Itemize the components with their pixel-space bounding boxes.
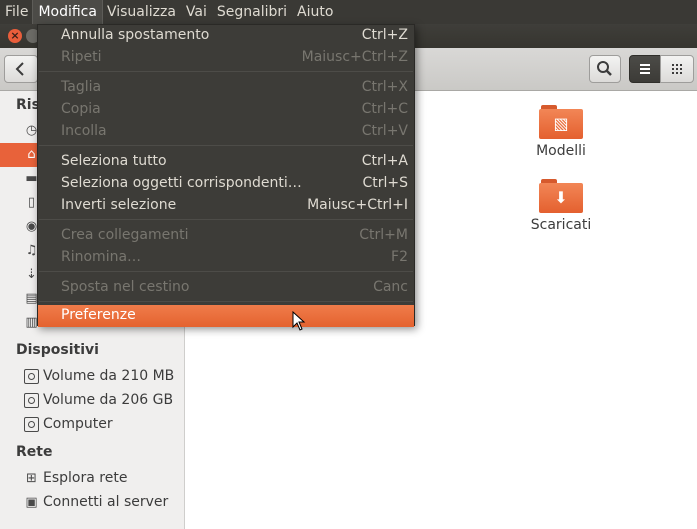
menu-item-seleziona-tutto[interactable]: Seleziona tutto Ctrl+A [38, 151, 414, 173]
menu-item-crea-collegamenti[interactable]: Crea collegamenti Ctrl+M [38, 225, 414, 247]
sidebar-section-rete: Rete [16, 444, 53, 460]
menu-item-preferenze[interactable]: Preferenze [38, 305, 414, 327]
drive-icon [24, 369, 39, 384]
grid-icon [672, 64, 682, 74]
edit-menu-dropdown: Annulla spostamento Ctrl+Z Ripeti Maiusc… [37, 24, 415, 327]
mouse-cursor-icon [292, 311, 306, 331]
menu-item-label: Preferenze [61, 307, 136, 323]
menu-item-label: Inverti selezione [61, 197, 177, 213]
menu-item-incolla[interactable]: Incolla Ctrl+V [38, 121, 414, 143]
menu-item-shortcut: Ctrl+M [359, 227, 408, 243]
sidebar-item-volume-206[interactable]: Volume da 206 GB [0, 389, 184, 413]
list-icon [640, 64, 650, 74]
menu-item-sposta-cestino[interactable]: Sposta nel cestino Canc [38, 277, 414, 299]
file-item-scaricati[interactable]: ⬇ Scaricati [511, 179, 611, 233]
sidebar-item-label: Connetti al server [43, 494, 169, 510]
sidebar-item-label: Volume da 210 MB [43, 368, 175, 384]
sidebar-item-esplora-rete[interactable]: ⊞ Esplora rete [0, 467, 184, 491]
sidebar-item-label: Computer [43, 416, 113, 432]
menu-separator [39, 301, 413, 302]
menu-item-label: Seleziona oggetti corrispondenti… [61, 175, 302, 191]
menubar: File Modifica Visualizza Vai Segnalibri … [0, 0, 697, 25]
close-icon[interactable]: × [8, 29, 22, 43]
menu-item-shortcut: Ctrl+C [361, 101, 408, 117]
menu-item-label: Sposta nel cestino [61, 279, 190, 295]
sidebar-item-label: Volume da 206 GB [43, 392, 174, 408]
menu-item-ripeti[interactable]: Ripeti Maiusc+Ctrl+Z [38, 47, 414, 69]
folder-templates-icon: ▧ [539, 105, 583, 139]
menu-visualizza[interactable]: Visualizza [102, 0, 181, 24]
menu-item-annulla[interactable]: Annulla spostamento Ctrl+Z [38, 25, 414, 47]
drive-icon [24, 393, 39, 408]
menu-modifica[interactable]: Modifica [32, 0, 103, 25]
menu-separator [39, 71, 413, 72]
menu-item-shortcut: Ctrl+S [362, 175, 408, 191]
back-button[interactable] [4, 55, 38, 83]
menu-item-seleziona-corrispondenti[interactable]: Seleziona oggetti corrispondenti… Ctrl+S [38, 173, 414, 195]
menu-item-label: Taglia [61, 79, 102, 95]
sidebar-item-label: Esplora rete [43, 470, 128, 486]
menu-item-label: Copia [61, 101, 101, 117]
search-button[interactable] [589, 55, 621, 83]
menu-item-shortcut: Maiusc+Ctrl+Z [301, 49, 408, 65]
menu-item-label: Ripeti [61, 49, 102, 65]
menu-item-shortcut: Ctrl+X [361, 79, 408, 95]
menu-separator [39, 219, 413, 220]
menu-item-label: Annulla spostamento [61, 27, 210, 43]
sidebar-item-connetti-server[interactable]: ▣ Connetti al server [0, 491, 184, 515]
menu-item-shortcut: Ctrl+Z [361, 27, 408, 43]
menu-item-label: Crea collegamenti [61, 227, 189, 243]
menu-item-inverti-selezione[interactable]: Inverti selezione Maiusc+Ctrl+I [38, 195, 414, 217]
search-icon [597, 61, 612, 76]
menu-item-shortcut: Canc [373, 279, 408, 295]
sidebar-item-computer[interactable]: Computer [0, 413, 184, 437]
menu-separator [39, 271, 413, 272]
menu-item-label: Rinomina… [61, 249, 142, 265]
menu-item-shortcut: Maiusc+Ctrl+I [307, 197, 408, 213]
menu-vai[interactable]: Vai [181, 0, 212, 24]
menu-item-label: Seleziona tutto [61, 153, 167, 169]
grid-view-button[interactable] [660, 55, 694, 83]
server-icon: ▣ [25, 495, 38, 510]
file-item-label: Scaricati [530, 217, 592, 233]
menu-item-label: Incolla [61, 123, 107, 139]
network-icon: ⊞ [26, 471, 37, 486]
list-view-button[interactable] [629, 55, 661, 83]
menu-item-shortcut: F2 [391, 249, 408, 265]
sidebar-section-dispositivi: Dispositivi [16, 342, 99, 358]
menu-item-copia[interactable]: Copia Ctrl+C [38, 99, 414, 121]
file-item-label: Modelli [536, 143, 586, 159]
menu-aiuto[interactable]: Aiuto [292, 0, 338, 24]
menu-segnalibri[interactable]: Segnalibri [212, 0, 292, 24]
drive-icon [24, 417, 39, 432]
folder-download-icon: ⬇ [539, 179, 583, 213]
sidebar-item-volume-210[interactable]: Volume da 210 MB [0, 365, 184, 389]
menu-separator [39, 145, 413, 146]
menu-item-rinomina[interactable]: Rinomina… F2 [38, 247, 414, 269]
menu-item-taglia[interactable]: Taglia Ctrl+X [38, 77, 414, 99]
chevron-left-icon [15, 62, 24, 76]
menu-item-shortcut: Ctrl+V [361, 123, 408, 139]
file-item-modelli[interactable]: ▧ Modelli [511, 105, 611, 159]
menu-item-shortcut: Ctrl+A [361, 153, 408, 169]
menu-file[interactable]: File [0, 0, 33, 24]
